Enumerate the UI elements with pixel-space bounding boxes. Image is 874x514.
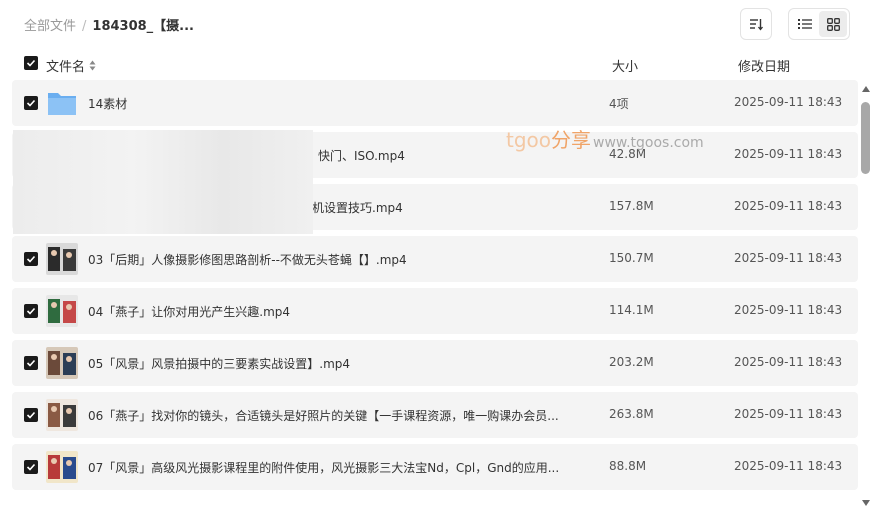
file-date: 2025-09-11 18:43 [734, 251, 843, 265]
file-date: 2025-09-11 18:43 [734, 459, 843, 473]
row-checkbox[interactable] [24, 408, 38, 422]
row-checkbox[interactable] [24, 252, 38, 266]
video-thumbnail-icon [46, 399, 78, 431]
checkbox-checked-icon [26, 307, 36, 315]
file-row[interactable]: 06「燕子」找对你的镜头，合适镜头是好照片的关键【一手课程资源，唯一购课办会员.… [12, 392, 858, 438]
watermark-brand: tgoo [506, 128, 552, 152]
video-thumbnail-icon [46, 451, 78, 483]
row-checkbox[interactable] [24, 356, 38, 370]
file-date: 2025-09-11 18:43 [734, 355, 843, 369]
size-column-header[interactable]: 大小 [612, 56, 638, 75]
scroll-down-arrow-icon[interactable] [862, 500, 870, 506]
file-date: 2025-09-11 18:43 [734, 147, 843, 161]
file-size: 150.7M [609, 251, 654, 265]
file-row[interactable]: 05「风景」风景拍摄中的三要素实战设置】.mp4 203.2M 2025-09-11… [12, 340, 858, 386]
checkbox-checked-icon [26, 463, 36, 471]
row-checkbox[interactable] [24, 460, 38, 474]
breadcrumb-separator: / [82, 19, 87, 34]
name-column-header[interactable]: 文件名 [46, 56, 96, 75]
top-bar: 全部文件 / 184308_【摄... [0, 0, 874, 48]
checkbox-checked-icon [26, 359, 36, 367]
sort-button[interactable] [740, 8, 772, 40]
select-all-checkbox[interactable] [24, 56, 38, 70]
file-size: 88.8M [609, 459, 647, 473]
row-checkbox[interactable] [24, 96, 38, 110]
file-name[interactable]: 相机设置技巧.mp4 [300, 199, 790, 216]
file-name[interactable]: 04「燕子」让你对用光产生兴趣.mp4 [88, 303, 578, 320]
file-date: 2025-09-11 18:43 [734, 199, 843, 213]
file-size: 4项 [609, 97, 629, 111]
scrollbar[interactable] [860, 84, 872, 510]
file-name[interactable]: 06「燕子」找对你的镜头，合适镜头是好照片的关键【一手课程资源，唯一购课办会员.… [88, 407, 578, 424]
file-name[interactable]: 14素材 [88, 95, 578, 112]
grid-view-button[interactable] [819, 11, 847, 37]
breadcrumb-root[interactable]: 全部文件 [24, 19, 76, 34]
checkbox-checked-icon [26, 59, 36, 67]
folder-icon [46, 87, 78, 119]
video-thumbnail-icon [46, 243, 78, 275]
sort-arrows-icon [89, 60, 96, 71]
file-size: 157.8M [609, 199, 654, 213]
name-column-label: 文件名 [46, 60, 86, 75]
file-row[interactable]: 04「燕子」让你对用光产生兴趣.mp4 114.1M 2025-09-11 18:4… [12, 288, 858, 334]
watermark-brand-cn: 分享 [551, 128, 592, 152]
grid-view-icon [826, 17, 840, 31]
column-header: 文件名 大小 修改日期 [0, 48, 874, 80]
file-size: 114.1M [609, 303, 654, 317]
row-checkbox[interactable] [24, 304, 38, 318]
file-row[interactable]: 03「后期」人像摄影修图思路剖析--不做无头苍蝇【】.mp4 150.7M 2025… [12, 236, 858, 282]
list-view-button[interactable] [791, 11, 819, 37]
file-date: 2025-09-11 18:43 [734, 95, 843, 109]
checkbox-checked-icon [26, 99, 36, 107]
redacted-overlay [13, 130, 313, 234]
sort-list-icon [750, 19, 763, 31]
file-date: 2025-09-11 18:43 [734, 303, 843, 317]
list-view-icon [798, 19, 812, 29]
breadcrumb-current: 184308_【摄... [92, 19, 194, 34]
checkbox-checked-icon [26, 411, 36, 419]
checkbox-checked-icon [26, 255, 36, 263]
scroll-up-arrow-icon[interactable] [862, 86, 870, 92]
view-toggle [788, 8, 850, 40]
breadcrumb: 全部文件 / 184308_【摄... [24, 15, 194, 34]
file-size: 203.2M [609, 355, 654, 369]
file-name[interactable]: 05「风景」风景拍摄中的三要素实战设置】.mp4 [88, 355, 578, 372]
file-size: 263.8M [609, 407, 654, 421]
file-row[interactable]: 14素材 4项 2025-09-11 18:43 [12, 80, 858, 126]
video-thumbnail-icon [46, 295, 78, 327]
watermark: tgoo分享 www.tgoos.com [506, 124, 704, 153]
video-thumbnail-icon [46, 347, 78, 379]
file-name[interactable]: 03「后期」人像摄影修图思路剖析--不做无头苍蝇【】.mp4 [88, 251, 578, 268]
file-row[interactable]: 07「风景」高级风光摄影课程里的附件使用，风光摄影三大法宝Nd，Cpl，Gnd的… [12, 444, 858, 490]
scrollbar-thumb[interactable] [861, 102, 870, 174]
file-date: 2025-09-11 18:43 [734, 407, 843, 421]
watermark-url: www.tgoos.com [593, 135, 704, 151]
date-column-header[interactable]: 修改日期 [738, 56, 790, 75]
file-name[interactable]: 07「风景」高级风光摄影课程里的附件使用，风光摄影三大法宝Nd，Cpl，Gnd的… [88, 459, 578, 476]
